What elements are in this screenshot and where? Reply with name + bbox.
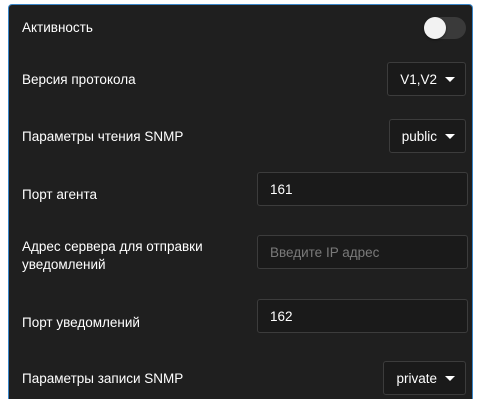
trap-server-label-line1: Адрес сервера для отправки — [22, 239, 203, 254]
snmp-write-value: private — [396, 370, 437, 386]
snmp-read-value: public — [401, 128, 437, 144]
snmp-read-select[interactable]: public — [388, 119, 466, 153]
activity-label: Активность — [22, 20, 93, 35]
chevron-down-icon — [445, 133, 455, 139]
protocol-version-select[interactable]: V1,V2 — [387, 62, 466, 96]
trap-port-input[interactable] — [257, 299, 468, 333]
snmp-write-select[interactable]: private — [383, 361, 466, 395]
toggle-knob — [424, 17, 446, 39]
trap-server-input[interactable] — [257, 235, 468, 269]
chevron-down-icon — [445, 76, 455, 82]
agent-port-label: Порт агента — [22, 187, 97, 202]
agent-port-input[interactable] — [257, 172, 468, 206]
protocol-version-label: Версия протокола — [22, 72, 136, 87]
snmp-read-label: Параметры чтения SNMP — [22, 129, 184, 144]
trap-server-label: Адрес сервера для отправки уведомлений — [22, 238, 203, 274]
chevron-down-icon — [445, 375, 455, 381]
snmp-write-label: Параметры записи SNMP — [22, 371, 184, 386]
snmp-settings-panel: Активность Версия протокола V1,V2 Параме… — [8, 4, 473, 399]
activity-toggle[interactable] — [424, 17, 466, 39]
trap-port-label: Порт уведомлений — [22, 315, 140, 330]
protocol-version-value: V1,V2 — [400, 71, 437, 87]
trap-server-label-line2: уведомлений — [22, 257, 106, 272]
